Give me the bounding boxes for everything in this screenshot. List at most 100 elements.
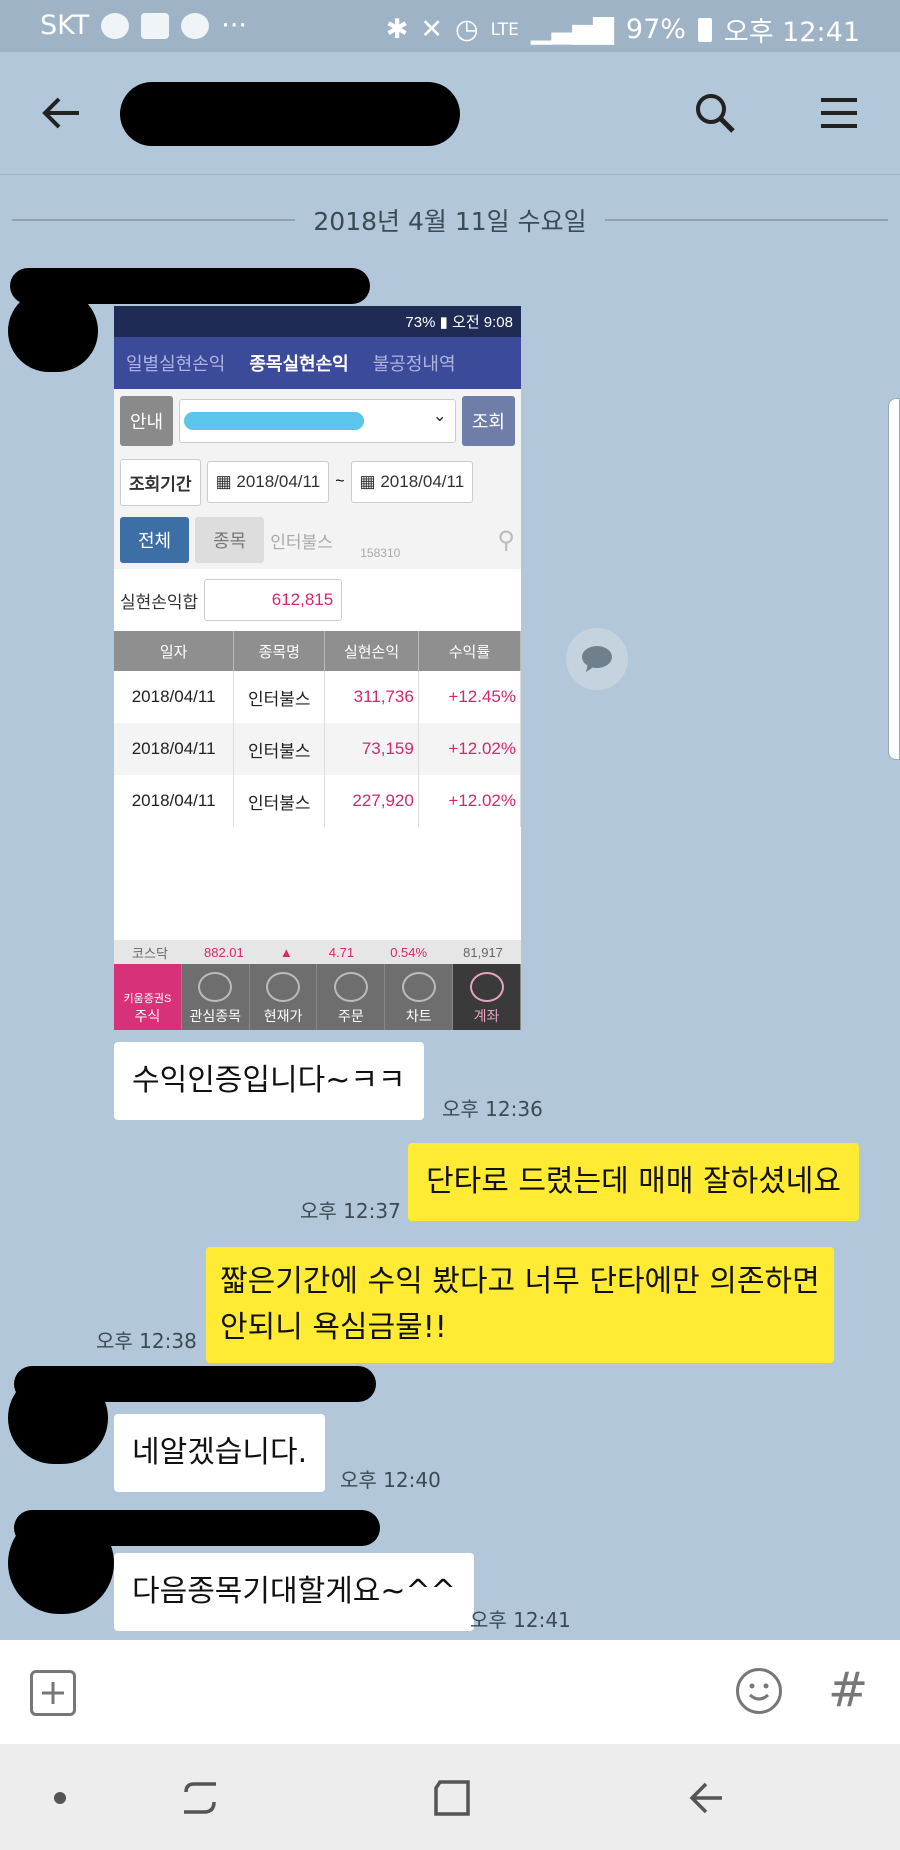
redacted-avatar — [8, 1372, 108, 1464]
my-message-bubble[interactable]: 짧은기간에 수익 봤다고 너무 단타에만 의존하면 안되니 욕심금물!! — [206, 1247, 834, 1363]
calendar-icon: ▦ — [359, 472, 381, 491]
tab-daily: 일별실현손익 — [126, 354, 226, 374]
recents-button[interactable] — [180, 1780, 220, 1816]
sum-label: 실현손익합 — [120, 592, 199, 612]
hash-button[interactable]: # — [828, 1662, 868, 1718]
nav-watchlist: 관심종목 — [182, 964, 250, 1030]
cell-date: 2018/04/11 — [114, 775, 235, 827]
message-bubble[interactable]: 다음종목기대할게요~^^ — [114, 1553, 474, 1631]
message-time: 오후 12:40 — [340, 1468, 441, 1492]
date-from-field: ▦ 2018/04/11 — [206, 461, 330, 503]
message-line: 짧은기간에 수익 봤다고 너무 단타에만 의존하면 — [220, 1264, 820, 1299]
date-to: 2018/04/11 — [380, 472, 465, 491]
comment-bubble-button[interactable] — [566, 628, 628, 690]
table-row: 2018/04/11 인터불스 227,920 +12.02% — [114, 775, 521, 827]
ticker-arrow: ▲ — [279, 944, 293, 960]
ticker-volume: 81,917 — [463, 944, 503, 960]
profit-table: 일자 종목명 실현손익 수익률 2018/04/11 인터불스 311,736 … — [114, 631, 521, 827]
screenshot-status: 73% ▮ 오전 9:08 — [114, 306, 521, 337]
query-button: 조회 — [461, 396, 515, 446]
chat-header — [0, 52, 900, 175]
nav-order: 주문 — [317, 964, 386, 1030]
brand-label: 키움증권S — [123, 993, 172, 1005]
speech-bubble-icon — [582, 646, 612, 672]
filter-stock-button: 종목 — [195, 517, 265, 563]
stock-code: 158310 — [360, 545, 401, 560]
screenshot-nav: 키움증권S 주식 관심종목 현재가 주문 차트 계좌 — [114, 964, 521, 1030]
talk-icon — [101, 12, 130, 39]
search-button[interactable] — [690, 88, 740, 138]
col-profit: 실현손익 — [324, 631, 419, 671]
back-button[interactable] — [686, 1778, 726, 1818]
message-line: 안되니 욕심금물!! — [220, 1310, 447, 1345]
cell-name: 인터불스 — [233, 775, 326, 827]
tab-unfair: 불공정내역 — [372, 354, 456, 374]
blog-icon — [181, 12, 210, 39]
cell-rate: +12.02% — [418, 723, 521, 775]
add-attachment-button[interactable] — [30, 1670, 76, 1716]
period-label: 조회기간 — [120, 458, 201, 506]
emoji-button[interactable] — [736, 1668, 782, 1714]
edge-panel-handle[interactable] — [888, 398, 900, 760]
emoji-icon — [749, 1683, 769, 1701]
more-dots: ··· — [221, 10, 247, 41]
search-icon — [696, 94, 735, 133]
guide-button: 안내 — [120, 396, 174, 446]
plus-icon — [42, 1682, 64, 1704]
search-icon: ⚲ — [497, 526, 515, 554]
redacted-account — [184, 412, 365, 430]
screenshot-tabs: 일별실현손익 종목실현손익 불공정내역 — [114, 337, 521, 389]
message-icon — [141, 12, 170, 39]
market-ticker: 코스닥 882.01 ▲ 4.71 0.54% 81,917 — [114, 940, 521, 964]
date-label: 2018년 4월 11일 수요일 — [313, 207, 587, 236]
stock-name: 인터불스 — [270, 532, 333, 552]
back-arrow-icon — [42, 97, 79, 129]
ticker-index: 882.01 — [204, 944, 244, 960]
date-separator-tilde: ~ — [335, 473, 345, 490]
signal-icon: ▁▃▅▇ — [530, 14, 614, 45]
date-from: 2018/04/11 — [236, 472, 321, 491]
carrier-label: SKT — [40, 10, 90, 41]
redacted-avatar — [8, 1512, 114, 1614]
battery-label: 97% — [625, 14, 686, 45]
date-separator: 2018년 4월 11일 수요일 — [12, 200, 888, 240]
message-time: 오후 12:41 — [470, 1608, 571, 1632]
bluetooth-icon: ✱ — [385, 14, 409, 45]
sum-value: 612,815 — [204, 579, 343, 621]
message-bubble[interactable]: 네알겠습니다. — [114, 1414, 326, 1492]
shared-screenshot[interactable]: 73% ▮ 오전 9:08 일별실현손익 종목실현손익 불공정내역 안내 ⌄ 조… — [114, 306, 521, 1030]
cell-profit: 311,736 — [324, 671, 419, 723]
stock-field: 인터불스 158310 — [270, 528, 491, 560]
col-date: 일자 — [114, 631, 235, 671]
account-row: 안내 ⌄ 조회 — [114, 389, 521, 453]
message-input-bar: # — [0, 1640, 900, 1744]
my-message-bubble[interactable]: 단타로 드렸는데 매매 잘하셨네요 — [408, 1143, 860, 1221]
message-bubble[interactable]: 수익인증입니다~ㅋㅋ — [114, 1042, 424, 1120]
mute-icon: ✕ — [420, 14, 444, 45]
tab-by-stock: 종목실현손익 — [249, 354, 349, 374]
col-name: 종목명 — [233, 631, 326, 671]
cell-name: 인터불스 — [233, 723, 326, 775]
account-select: ⌄ — [179, 399, 456, 443]
network-label: LTE — [490, 19, 519, 40]
col-rate: 수익률 — [418, 631, 521, 671]
menu-button[interactable] — [814, 88, 864, 138]
period-row: 조회기간 ▦ 2018/04/11 ~ ▦ 2018/04/11 — [114, 453, 521, 511]
system-nav-bar — [0, 1744, 900, 1850]
dot-icon — [54, 1792, 66, 1804]
redacted-chat-name — [120, 82, 460, 146]
nav-stock: 키움증권S 주식 — [114, 964, 182, 1030]
table-row: 2018/04/11 인터불스 73,159 +12.02% — [114, 723, 521, 775]
table-row: 2018/04/11 인터불스 311,736 +12.45% — [114, 671, 521, 723]
back-button[interactable] — [36, 88, 86, 138]
ticker-market: 코스닥 — [132, 945, 168, 961]
menu-icon — [821, 98, 857, 128]
date-to-field: ▦ 2018/04/11 — [350, 461, 474, 503]
message-time: 오후 12:38 — [96, 1329, 197, 1353]
filter-all-button: 전체 — [120, 517, 190, 563]
cell-profit: 227,920 — [324, 775, 419, 827]
cell-date: 2018/04/11 — [114, 723, 235, 775]
home-button[interactable] — [432, 1778, 472, 1818]
message-time: 오후 12:37 — [300, 1199, 401, 1223]
chevron-down-icon: ⌄ — [432, 406, 447, 425]
